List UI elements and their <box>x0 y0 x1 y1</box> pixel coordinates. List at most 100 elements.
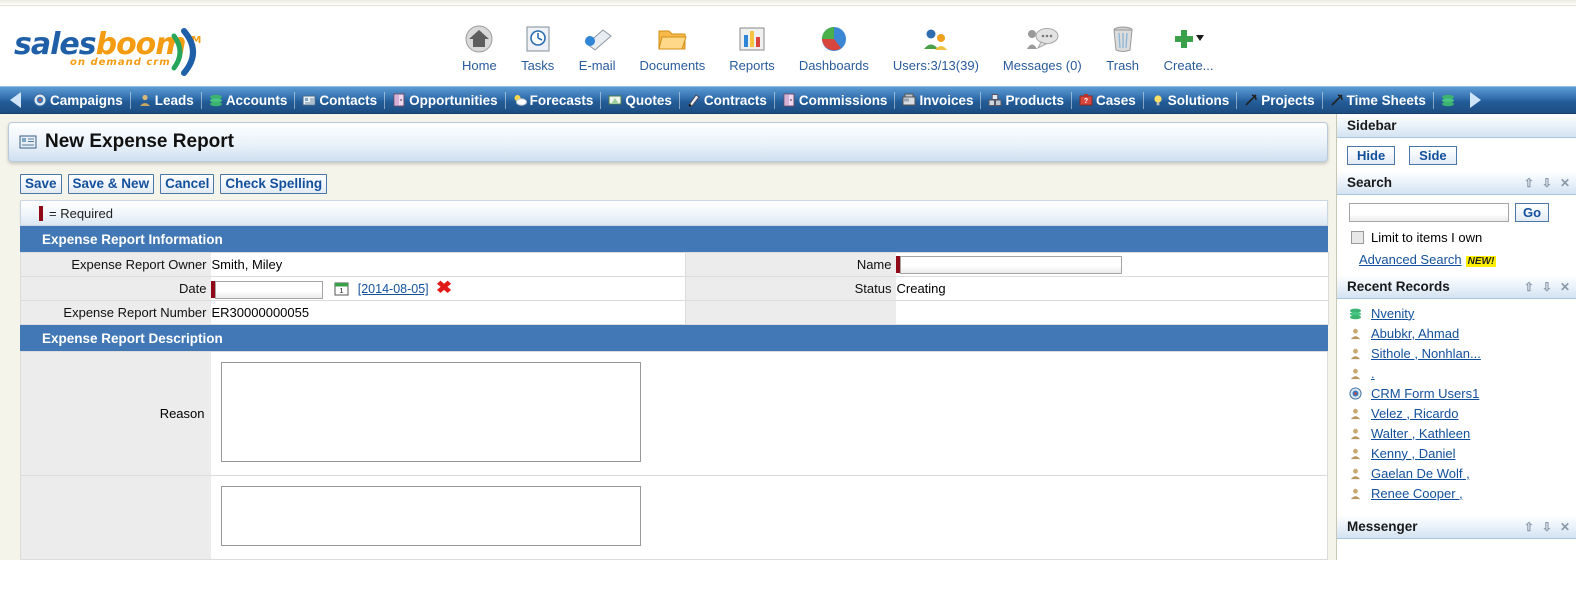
expense-report-icon <box>19 133 37 151</box>
save-button[interactable]: Save <box>20 174 62 194</box>
module-item-leads[interactable]: Leads <box>131 87 201 113</box>
list-item[interactable]: Gaelan De Wolf , <box>1337 463 1576 483</box>
page-title-bar: New Expense Report <box>8 122 1328 162</box>
nav-dashboards[interactable]: Dashboards <box>787 22 881 73</box>
nav-home[interactable]: Home <box>450 22 509 73</box>
recent-record-link[interactable]: Velez , Ricardo <box>1371 406 1458 421</box>
nav-trash[interactable]: Trash <box>1094 22 1152 73</box>
reason-textarea[interactable] <box>220 362 641 462</box>
home-icon <box>462 22 496 56</box>
date-input[interactable] <box>214 280 323 299</box>
svg-text:?: ? <box>1084 98 1088 105</box>
module-item-products[interactable]: Products <box>981 87 1071 113</box>
list-item[interactable]: Renee Cooper , <box>1337 483 1576 503</box>
advanced-search-link[interactable]: Advanced Search <box>1359 252 1462 267</box>
cancel-button[interactable]: Cancel <box>160 174 215 194</box>
nav-dashboards-label: Dashboards <box>798 58 869 73</box>
module-item-commissions[interactable]: Commissions <box>775 87 895 113</box>
search-input[interactable] <box>1349 203 1509 222</box>
move-down-icon[interactable]: ⇩ <box>1542 280 1552 294</box>
empty-value-cell <box>895 300 1329 325</box>
close-icon[interactable]: ✕ <box>1560 520 1570 534</box>
module-scroll-right-button[interactable] <box>1465 87 1487 113</box>
module-item-quotes[interactable]: Quotes <box>601 87 679 113</box>
module-item-forecasts[interactable]: Forecasts <box>506 87 601 113</box>
sidebar-title: Sidebar <box>1347 118 1397 133</box>
nav-home-label: Home <box>462 58 497 73</box>
module-item-campaigns[interactable]: Campaigns <box>26 87 130 113</box>
expense-report-information-table: Expense Report Owner Smith, Miley Name D… <box>20 252 1329 325</box>
nav-messages[interactable]: Messages (0) <box>991 22 1094 73</box>
nav-documents[interactable]: Documents <box>628 22 718 73</box>
limit-to-own-checkbox[interactable] <box>1351 231 1364 244</box>
nav-reports[interactable]: Reports <box>717 22 787 73</box>
module-item-contacts[interactable]: Contacts <box>295 87 384 113</box>
move-down-icon[interactable]: ⇩ <box>1542 176 1552 190</box>
secondary-textarea[interactable] <box>220 486 641 546</box>
recent-record-link[interactable]: . <box>1371 366 1375 381</box>
list-item[interactable]: . <box>1337 363 1576 383</box>
timesheets-hammer-icon <box>1330 93 1344 107</box>
nav-users[interactable]: Users:3/13(39) <box>881 22 991 73</box>
clear-date-x-icon[interactable]: ✖ <box>436 278 452 298</box>
save-and-new-button[interactable]: Save & New <box>67 174 155 194</box>
messages-bubble-icon <box>1025 22 1059 56</box>
search-go-button[interactable]: Go <box>1515 203 1550 222</box>
module-item-accounts[interactable]: Accounts <box>202 87 295 113</box>
limit-to-own-row[interactable]: Limit to items I own <box>1337 226 1576 247</box>
list-item[interactable]: Walter , Kathleen <box>1337 423 1576 443</box>
salesboom-logo[interactable]: salesboomTM on demand crm <box>14 26 214 82</box>
nav-trash-label: Trash <box>1106 58 1140 73</box>
module-item-projects[interactable]: Projects <box>1237 87 1321 113</box>
check-spelling-button[interactable]: Check Spelling <box>220 174 328 194</box>
nav-email[interactable]: E-mail <box>567 22 628 73</box>
date-default-link[interactable]: [2014-08-05] <box>358 282 429 296</box>
name-input[interactable] <box>899 255 1122 274</box>
quotes-doc-icon <box>608 93 622 107</box>
module-item-more[interactable] <box>1434 87 1465 113</box>
nav-tasks[interactable]: Tasks <box>509 22 567 73</box>
recent-record-link[interactable]: Nvenity <box>1371 306 1414 321</box>
module-item-invoices[interactable]: Invoices <box>895 87 980 113</box>
nav-create[interactable]: Create... <box>1152 22 1226 73</box>
recent-record-link[interactable]: Gaelan De Wolf , <box>1371 466 1470 481</box>
calendar-icon[interactable]: 1 <box>334 281 349 299</box>
module-item-opportunities[interactable]: Opportunities <box>385 87 505 113</box>
recent-record-link[interactable]: CRM Form Users1 <box>1371 386 1479 401</box>
close-icon[interactable]: ✕ <box>1560 280 1570 294</box>
field-label-date: Date <box>20 276 211 301</box>
recent-record-link[interactable]: Abubkr, Ahmad <box>1371 326 1459 341</box>
list-item[interactable]: Sithole , Nonhlan... <box>1337 343 1576 363</box>
module-item-cases[interactable]: ? Cases <box>1072 87 1143 113</box>
new-badge: NEW! <box>1465 256 1497 267</box>
module-item-time-sheets[interactable]: Time Sheets <box>1323 87 1433 113</box>
move-down-icon[interactable]: ⇩ <box>1542 520 1552 534</box>
module-item-solutions[interactable]: Solutions <box>1144 87 1237 113</box>
table-row <box>20 475 1328 560</box>
contact-person-icon <box>1347 447 1363 460</box>
move-up-icon[interactable]: ⇧ <box>1524 520 1534 534</box>
cases-briefcase-icon: ? <box>1079 93 1093 107</box>
list-item[interactable]: Nvenity <box>1337 303 1576 323</box>
list-item[interactable]: Abubkr, Ahmad <box>1337 323 1576 343</box>
move-up-icon[interactable]: ⇧ <box>1524 280 1534 294</box>
list-item[interactable]: Kenny , Daniel <box>1337 443 1576 463</box>
sidebar-side-button[interactable]: Side <box>1409 146 1457 165</box>
reports-barchart-icon <box>735 22 769 56</box>
recent-record-link[interactable]: Sithole , Nonhlan... <box>1371 346 1481 361</box>
module-scroll-left-button[interactable] <box>4 87 26 113</box>
contact-person-icon <box>1347 427 1363 440</box>
app-header: salesboomTM on demand crm Home Tasks E-m… <box>0 6 1576 86</box>
sidebar-hide-button[interactable]: Hide <box>1347 146 1396 165</box>
recent-record-link[interactable]: Kenny , Daniel <box>1371 446 1456 461</box>
move-up-icon[interactable]: ⇧ <box>1524 176 1534 190</box>
module-item-accounts-label: Accounts <box>225 92 288 108</box>
list-item[interactable]: Velez , Ricardo <box>1337 403 1576 423</box>
module-item-opportunities-label: Opportunities <box>409 92 498 108</box>
module-item-contracts[interactable]: Contracts <box>680 87 774 113</box>
recent-record-link[interactable]: Walter , Kathleen <box>1371 426 1470 441</box>
close-icon[interactable]: ✕ <box>1560 176 1570 190</box>
list-item[interactable]: CRM Form Users1 <box>1337 383 1576 403</box>
field-label-status: Status <box>685 276 896 301</box>
recent-record-link[interactable]: Renee Cooper , <box>1371 486 1463 501</box>
